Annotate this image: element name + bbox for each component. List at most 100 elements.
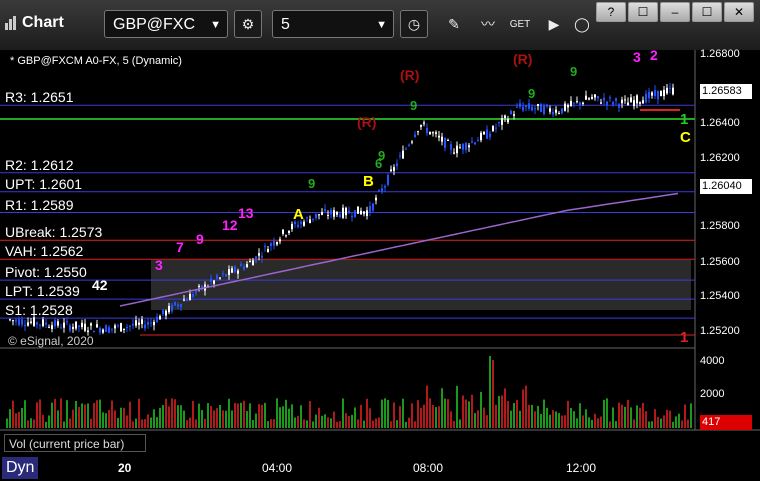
candle-body bbox=[474, 142, 476, 145]
chevron-down-icon[interactable]: ▼ bbox=[210, 11, 221, 39]
volume-bar bbox=[642, 402, 644, 428]
pivot-label: S1: 1.2528 bbox=[5, 302, 73, 319]
candle-body bbox=[606, 101, 608, 106]
volume-bar bbox=[339, 421, 341, 428]
candle-body bbox=[609, 97, 611, 99]
volume-bar bbox=[342, 398, 344, 428]
more-button[interactable]: ◯ bbox=[568, 10, 596, 38]
minimize-button[interactable]: – bbox=[660, 2, 690, 22]
volume-bar bbox=[36, 402, 38, 428]
candle-body bbox=[375, 197, 377, 201]
seq-number: 9 bbox=[308, 176, 315, 191]
time-tick: 20 bbox=[118, 461, 132, 475]
close-button[interactable]: ✕ bbox=[724, 2, 754, 22]
candle-body bbox=[417, 131, 419, 133]
candle-body bbox=[396, 163, 398, 167]
draw-button[interactable]: ✎ bbox=[440, 10, 468, 38]
candle-body bbox=[633, 100, 635, 107]
candle-body bbox=[99, 327, 101, 333]
volume-bar bbox=[663, 415, 665, 428]
volume-bar bbox=[240, 402, 242, 428]
volume-bar bbox=[156, 417, 158, 428]
window-title: Chart bbox=[4, 14, 64, 32]
volume-bar bbox=[153, 409, 155, 428]
settings-button[interactable]: ⚙ bbox=[234, 10, 262, 38]
candle-body bbox=[105, 325, 107, 333]
candle-body bbox=[123, 328, 125, 330]
volume-bar bbox=[135, 418, 137, 428]
candle-body bbox=[120, 323, 122, 332]
volume-bar bbox=[600, 416, 602, 428]
candle-body bbox=[273, 240, 275, 246]
candle-body bbox=[414, 134, 416, 138]
symbol-input[interactable]: GBP@FXC ▼ bbox=[104, 10, 228, 38]
candle-body bbox=[507, 118, 509, 123]
chart-toolbar: Chart GBP@FXC ▼ ⚙ 5 ▼ ◷ ✎ 〰 GET ▶ ◯ ? ☐ – … bbox=[0, 0, 760, 51]
volume-bar bbox=[348, 416, 350, 428]
volume-bar bbox=[501, 395, 503, 428]
dynamic-mode-button[interactable]: Dyn bbox=[2, 457, 39, 479]
volume-bar bbox=[60, 398, 62, 428]
get-button[interactable]: GET bbox=[506, 10, 534, 38]
volume-bar bbox=[414, 421, 416, 428]
volume-bar bbox=[369, 408, 371, 428]
r-marker: (R) bbox=[400, 67, 419, 83]
candle-body bbox=[588, 98, 590, 100]
volume-bar bbox=[684, 404, 686, 428]
volume-bar bbox=[603, 399, 605, 428]
restore-button[interactable]: ☐ bbox=[628, 2, 658, 22]
candle-body bbox=[540, 103, 542, 113]
volume-bar bbox=[438, 406, 440, 428]
candle-body bbox=[501, 118, 503, 125]
candle-body bbox=[612, 102, 614, 105]
volume-bar bbox=[474, 413, 476, 428]
play-button[interactable]: ▶ bbox=[540, 10, 568, 38]
candle-body bbox=[573, 102, 575, 104]
candle-body bbox=[231, 268, 233, 273]
candle-body bbox=[492, 125, 494, 132]
volume-bar bbox=[6, 418, 8, 428]
seq-number: 3 bbox=[633, 50, 641, 65]
volume-bar bbox=[525, 385, 527, 428]
volume-bar bbox=[321, 415, 323, 428]
help-button[interactable]: ? bbox=[596, 2, 626, 22]
candle-body bbox=[93, 330, 95, 333]
candle-body bbox=[531, 106, 533, 111]
price-tick: 1.26400 bbox=[700, 117, 740, 129]
chevron-down-icon[interactable]: ▼ bbox=[376, 11, 387, 39]
candle-body bbox=[192, 294, 194, 297]
volume-bar bbox=[411, 403, 413, 428]
volume-bar bbox=[432, 405, 434, 428]
volume-bar bbox=[396, 420, 398, 428]
candle-body bbox=[630, 97, 632, 103]
volume-bar bbox=[303, 419, 305, 428]
volume-bar bbox=[453, 421, 455, 428]
candle-body bbox=[60, 327, 62, 329]
volume-bar bbox=[306, 420, 308, 428]
volume-bar bbox=[309, 401, 311, 428]
volume-bar bbox=[375, 418, 377, 428]
volume-bar bbox=[138, 398, 140, 428]
clock-button[interactable]: ◷ bbox=[400, 10, 428, 38]
candle-body bbox=[594, 94, 596, 98]
pivot-label: VAH: 1.2562 bbox=[5, 243, 84, 260]
volume-bar bbox=[336, 421, 338, 428]
volume-bar bbox=[51, 402, 53, 428]
price-tick: 1.25800 bbox=[700, 220, 740, 232]
pivot-label: UPT: 1.2601 bbox=[5, 175, 83, 192]
volume-bar bbox=[30, 418, 32, 428]
volume-bar bbox=[78, 406, 80, 428]
price-tick: 1.26800 bbox=[700, 48, 740, 60]
candle-body bbox=[177, 304, 179, 307]
study-button[interactable]: 〰 bbox=[474, 10, 502, 38]
candle-body bbox=[669, 87, 671, 89]
maximize-button[interactable]: ☐ bbox=[692, 2, 722, 22]
gear-icon: ⚙ bbox=[241, 15, 255, 32]
volume-last-tag: 417 bbox=[700, 415, 752, 430]
volume-bar bbox=[123, 407, 125, 428]
interval-input[interactable]: 5 ▼ bbox=[272, 10, 394, 38]
price-chart[interactable]: (R)(R)(R)ABC1113129733 299999642 bbox=[0, 50, 760, 481]
candle-body bbox=[39, 324, 41, 326]
candle-body bbox=[456, 145, 458, 154]
a-marker: A bbox=[293, 206, 304, 223]
